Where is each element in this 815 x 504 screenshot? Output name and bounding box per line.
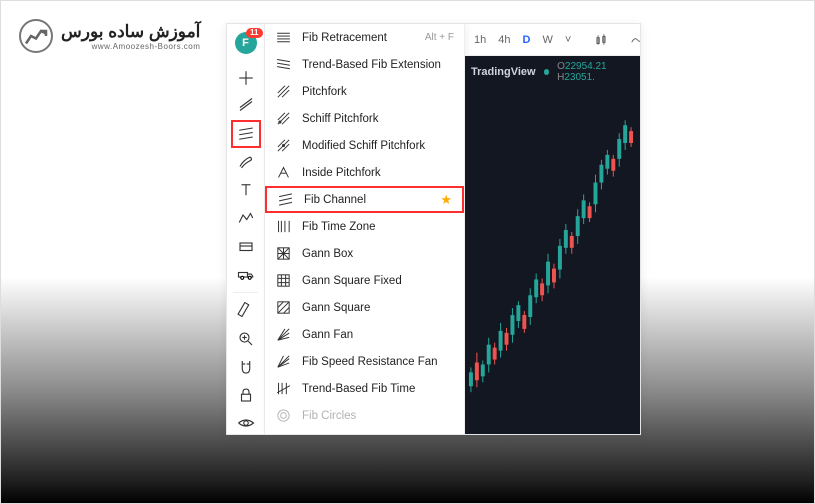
- eye-tool-icon[interactable]: [227, 409, 265, 435]
- menu-modified-schiff[interactable]: Modified Schiff Pitchfork: [265, 132, 464, 159]
- menu-label: Fib Channel: [304, 194, 366, 206]
- menu-label: Gann Square: [302, 302, 370, 314]
- menu-label: Schiff Pitchfork: [302, 113, 379, 125]
- menu-label: Gann Box: [302, 248, 353, 260]
- menu-label: Fib Speed Resistance Fan: [302, 356, 438, 368]
- menu-gann-fan[interactable]: Gann Fan: [265, 321, 464, 348]
- logo-subtitle: www.Amoozesh-Boors.com: [61, 42, 200, 51]
- logo-icon: [19, 19, 53, 53]
- menu-fib-circles[interactable]: Fib Circles: [265, 402, 464, 429]
- user-avatar[interactable]: F 11: [235, 32, 257, 54]
- menu-label: Modified Schiff Pitchfork: [302, 140, 425, 152]
- timeframe-4h[interactable]: 4h: [495, 32, 513, 48]
- chart-header: 1h 4h D W ˅ Indicato: [465, 24, 640, 56]
- menu-trend-fib-extension[interactable]: Trend-Based Fib Extension: [265, 51, 464, 78]
- lock-tool-icon[interactable]: [227, 381, 265, 409]
- tools-dropdown: Fib Retracement Alt + F Trend-Based Fib …: [265, 24, 465, 434]
- menu-fib-retracement[interactable]: Fib Retracement Alt + F: [265, 24, 464, 51]
- menu-fib-speed-fan[interactable]: Fib Speed Resistance Fan: [265, 348, 464, 375]
- text-tool-icon[interactable]: [227, 176, 265, 204]
- timeframe-d[interactable]: D: [520, 32, 534, 48]
- site-logo: آموزش ساده بورس www.Amoozesh-Boors.com: [19, 19, 200, 53]
- menu-fib-time-zone[interactable]: Fib Time Zone: [265, 213, 464, 240]
- trend-line-tool-icon[interactable]: [227, 92, 265, 120]
- menu-schiff-pitchfork[interactable]: Schiff Pitchfork: [265, 105, 464, 132]
- notification-badge: 11: [246, 28, 262, 38]
- menu-fib-channel[interactable]: Fib Channel ★: [265, 186, 464, 213]
- fib-tool-icon[interactable]: [231, 120, 261, 148]
- menu-label: Gann Fan: [302, 329, 353, 341]
- menu-label: Inside Pitchfork: [302, 167, 381, 179]
- timeframe-w[interactable]: W: [539, 32, 555, 48]
- brush-tool-icon[interactable]: [227, 148, 265, 176]
- star-icon: ★: [440, 192, 452, 208]
- timeframe-more-icon[interactable]: ˅: [562, 32, 574, 48]
- pattern-tool-icon[interactable]: [227, 204, 265, 232]
- zoom-tool-icon[interactable]: [227, 325, 265, 353]
- tradingview-window: F 11 Fib Retracement Alt + F: [226, 23, 641, 435]
- chart-body[interactable]: TradingView O22954.21 H23051.: [465, 56, 640, 434]
- truck-icon[interactable]: [227, 260, 265, 288]
- menu-gann-box[interactable]: Gann Box: [265, 240, 464, 267]
- menu-label: Gann Square Fixed: [302, 275, 402, 287]
- menu-label: Pitchfork: [302, 86, 347, 98]
- menu-label: Trend-Based Fib Time: [302, 383, 415, 395]
- magnet-tool-icon[interactable]: [227, 353, 265, 381]
- avatar-letter: F: [242, 37, 249, 49]
- menu-label: Fib Time Zone: [302, 221, 376, 233]
- chart-area: 1h 4h D W ˅ Indicato TradingView O22954.…: [465, 24, 640, 434]
- menu-inside-pitchfork[interactable]: Inside Pitchfork: [265, 159, 464, 186]
- menu-gann-square[interactable]: Gann Square: [265, 294, 464, 321]
- menu-shortcut: Alt + F: [425, 32, 454, 43]
- menu-gann-square-fixed[interactable]: Gann Square Fixed: [265, 267, 464, 294]
- timeframe-1h[interactable]: 1h: [471, 32, 489, 48]
- menu-trend-fib-time[interactable]: Trend-Based Fib Time: [265, 375, 464, 402]
- menu-label: Trend-Based Fib Extension: [302, 59, 441, 71]
- ruler-tool-icon[interactable]: [227, 297, 265, 325]
- indicators-icon[interactable]: [628, 31, 641, 49]
- menu-label: Fib Circles: [302, 410, 356, 422]
- prediction-tool-icon[interactable]: [227, 232, 265, 260]
- candlestick-chart-icon: [465, 56, 640, 432]
- left-toolbar: F 11: [227, 24, 265, 434]
- candles-icon[interactable]: [592, 31, 610, 49]
- menu-label: Fib Retracement: [302, 32, 387, 44]
- crosshair-tool-icon[interactable]: [227, 64, 265, 92]
- logo-title: آموزش ساده بورس: [61, 22, 200, 42]
- menu-pitchfork[interactable]: Pitchfork: [265, 78, 464, 105]
